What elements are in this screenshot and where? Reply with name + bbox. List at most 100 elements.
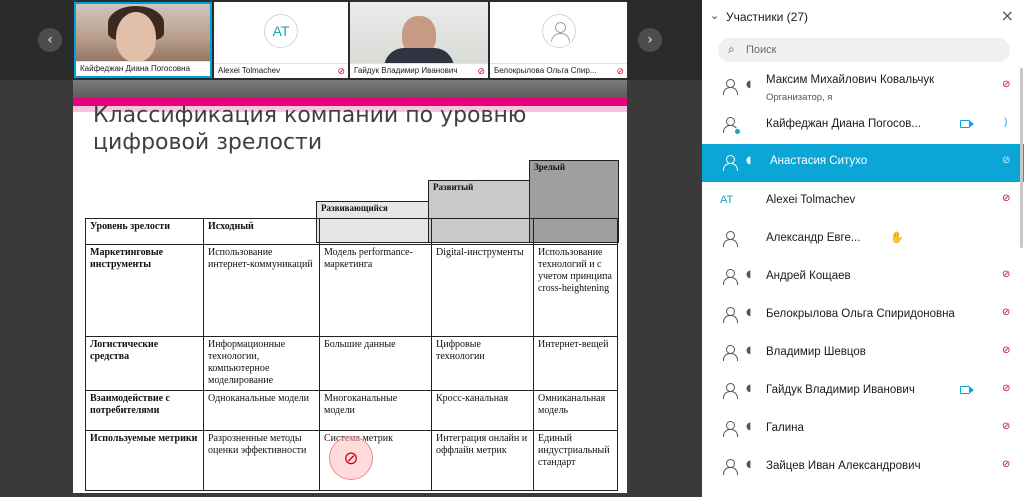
raised-hand-icon: ✋ — [890, 231, 904, 244]
table-cell: Уровень зрелости — [85, 218, 204, 245]
user-icon — [722, 307, 738, 323]
table-row: Логистические средства Информационные те… — [85, 336, 618, 391]
scrollbar[interactable] — [1020, 68, 1023, 248]
list-item[interactable]: Кайфеджан Диана Погосов... ) — [702, 106, 1024, 144]
list-item[interactable]: ◖ Максим Михайлович Ковальчук Организато… — [702, 68, 1024, 106]
search-box[interactable]: ⌕ — [718, 38, 1010, 62]
camera-icon[interactable] — [960, 386, 974, 394]
user-icon — [722, 345, 738, 361]
table-cell: Одноканальные модели — [203, 390, 320, 431]
participant-video — [350, 2, 488, 68]
participant-name: Гайдук Владимир Иванович — [766, 384, 915, 396]
mic-muted-icon[interactable]: ⊘ — [1002, 421, 1010, 432]
avatar — [541, 14, 576, 48]
participant-name: Анастасия Ситухо — [770, 155, 868, 167]
participant-name: Зайцев Иван Александрович — [766, 460, 921, 472]
table-cell — [431, 218, 534, 245]
participant-role: Организатор, я — [766, 92, 833, 103]
video-tile-3[interactable]: Гайдук Владимир Иванович ⊘ — [350, 2, 488, 78]
table-cell: Digital-инструменты — [431, 244, 534, 337]
tile-caption: Кайфеджан Диана Погосовна — [76, 61, 210, 76]
close-icon[interactable]: × — [1001, 6, 1014, 25]
participant-list: ◖ Максим Михайлович Ковальчук Организато… — [702, 68, 1024, 486]
list-item[interactable]: ◖ Белокрылова Ольга Спиридоновна ⊘ — [702, 296, 1024, 334]
table-row: Маркетинговые инструменты Использование … — [85, 244, 618, 337]
prev-page-button[interactable]: ‹ — [38, 28, 62, 52]
mic-muted-icon[interactable]: ⊘ — [1002, 79, 1010, 90]
search-input[interactable] — [746, 42, 996, 58]
slide-title: Классификация компании по уровню цифрово… — [93, 103, 527, 155]
table-cell: Омниканальная модель — [533, 390, 618, 431]
participant-name: Владимир Шевцов — [766, 346, 866, 358]
participant-video — [76, 4, 210, 65]
list-item[interactable]: ◖ Андрей Кощаев ⊘ — [702, 258, 1024, 296]
video-tile-1[interactable]: Кайфеджан Диана Погосовна — [74, 2, 212, 78]
user-icon — [722, 155, 738, 171]
headset-icon: ◖ — [746, 459, 752, 470]
meeting-window: ‹ Кайфеджан Диана Погосовна AT Alexei To… — [0, 0, 1024, 497]
mic-muted-icon[interactable]: ⊘ — [1002, 269, 1010, 280]
next-page-button[interactable]: › — [638, 28, 662, 52]
list-item[interactable]: ◖ Галина ⊘ — [702, 410, 1024, 448]
table-cell: Использование технологий и с учетом прин… — [533, 244, 618, 337]
list-item[interactable]: ◖ Гайдук Владимир Иванович ⊘ — [702, 372, 1024, 410]
list-item[interactable]: ◖ Зайцев Иван Александрович ⊘ — [702, 448, 1024, 486]
search-icon: ⌕ — [728, 42, 735, 56]
mic-muted-icon[interactable]: ⊘ — [1002, 345, 1010, 356]
mic-muted-icon[interactable]: ⊘ — [1002, 459, 1010, 470]
online-status-icon — [734, 128, 741, 135]
headset-icon: ◖ — [746, 383, 752, 394]
participant-name: Андрей Кощаев — [766, 270, 851, 282]
user-icon — [722, 269, 738, 285]
mic-muted-icon[interactable]: ⊘ — [1002, 193, 1010, 204]
participant-name: Alexei Tolmachev — [766, 194, 856, 206]
participant-name: Максим Михайлович Ковальчук — [766, 74, 935, 86]
video-tile-4[interactable]: Белокрылова Ольга Спир... ⊘ — [490, 2, 627, 78]
mic-muted-overlay-icon: ⊘ — [329, 436, 373, 480]
participant-name: Белокрылова Ольга Спиридоновна — [766, 308, 955, 320]
mic-muted-icon: ⊘ — [337, 66, 345, 76]
chevron-down-icon[interactable]: ⌄ — [710, 9, 719, 22]
avatar: AT — [720, 194, 734, 206]
tile-caption: Белокрылова Ольга Спир... ⊘ — [490, 63, 627, 78]
table-cell: Многоканальные модели — [319, 390, 432, 431]
participants-panel: ⌄ Участники (27) × ⌕ ◖ Максим Михайлович… — [702, 0, 1024, 497]
list-item[interactable]: AT Alexei Tolmachev ⊘ — [702, 182, 1024, 220]
shared-slide: Классификация компании по уровню цифрово… — [73, 80, 627, 493]
user-icon — [722, 421, 738, 437]
table-cell: Использование интернет-коммуникаций — [203, 244, 320, 337]
mic-muted-icon: ⊘ — [616, 66, 624, 76]
list-item[interactable]: Александр Евге... ✋ — [702, 220, 1024, 258]
video-tile-2[interactable]: AT Alexei Tolmachev ⊘ — [214, 2, 348, 78]
more-icon[interactable]: ) — [1004, 117, 1007, 128]
participant-name: Кайфеджан Диана Погосов... — [766, 118, 921, 130]
headset-icon: ◖ — [746, 421, 752, 432]
mic-muted-icon[interactable]: ⊘ — [1002, 307, 1010, 318]
headset-icon: ◖ — [746, 269, 752, 280]
headset-icon: ◖ — [746, 155, 752, 166]
table-cell: Информационные технологии, компьютерное … — [203, 336, 320, 391]
participant-name: Александр Евге... — [766, 232, 861, 244]
table-cell: Единый индустриальный стандарт — [533, 430, 618, 491]
table-header-row: Уровень зрелости Исходный — [85, 218, 618, 245]
table-row: Взаимодействие с потребителями Одноканал… — [85, 390, 618, 431]
mic-muted-icon[interactable]: ⊘ — [1002, 155, 1010, 166]
table-cell: Разрозненные методы оценки эффективности — [203, 430, 320, 491]
table-cell: Маркетинговые инструменты — [85, 244, 204, 337]
user-icon — [722, 231, 738, 247]
user-icon — [722, 79, 738, 95]
panel-title: Участники (27) — [726, 10, 809, 24]
mic-muted-icon[interactable]: ⊘ — [1002, 383, 1010, 394]
list-item-selected[interactable]: ◖ Анастасия Ситухо ⊘ — [702, 144, 1024, 182]
table-cell: Интернет-вещей — [533, 336, 618, 391]
table-cell: Логистические средства — [85, 336, 204, 391]
headset-icon: ◖ — [746, 345, 752, 356]
camera-icon[interactable] — [960, 120, 974, 128]
table-cell — [533, 218, 618, 245]
table-cell: Исходный — [203, 218, 320, 245]
headset-icon: ◖ — [746, 79, 752, 90]
tile-caption: Гайдук Владимир Иванович ⊘ — [350, 63, 488, 78]
list-item[interactable]: ◖ Владимир Шевцов ⊘ — [702, 334, 1024, 372]
table-cell: Интеграция онлайн и оффлайн метрик — [431, 430, 534, 491]
panel-header: ⌄ Участники (27) × — [702, 0, 1024, 34]
